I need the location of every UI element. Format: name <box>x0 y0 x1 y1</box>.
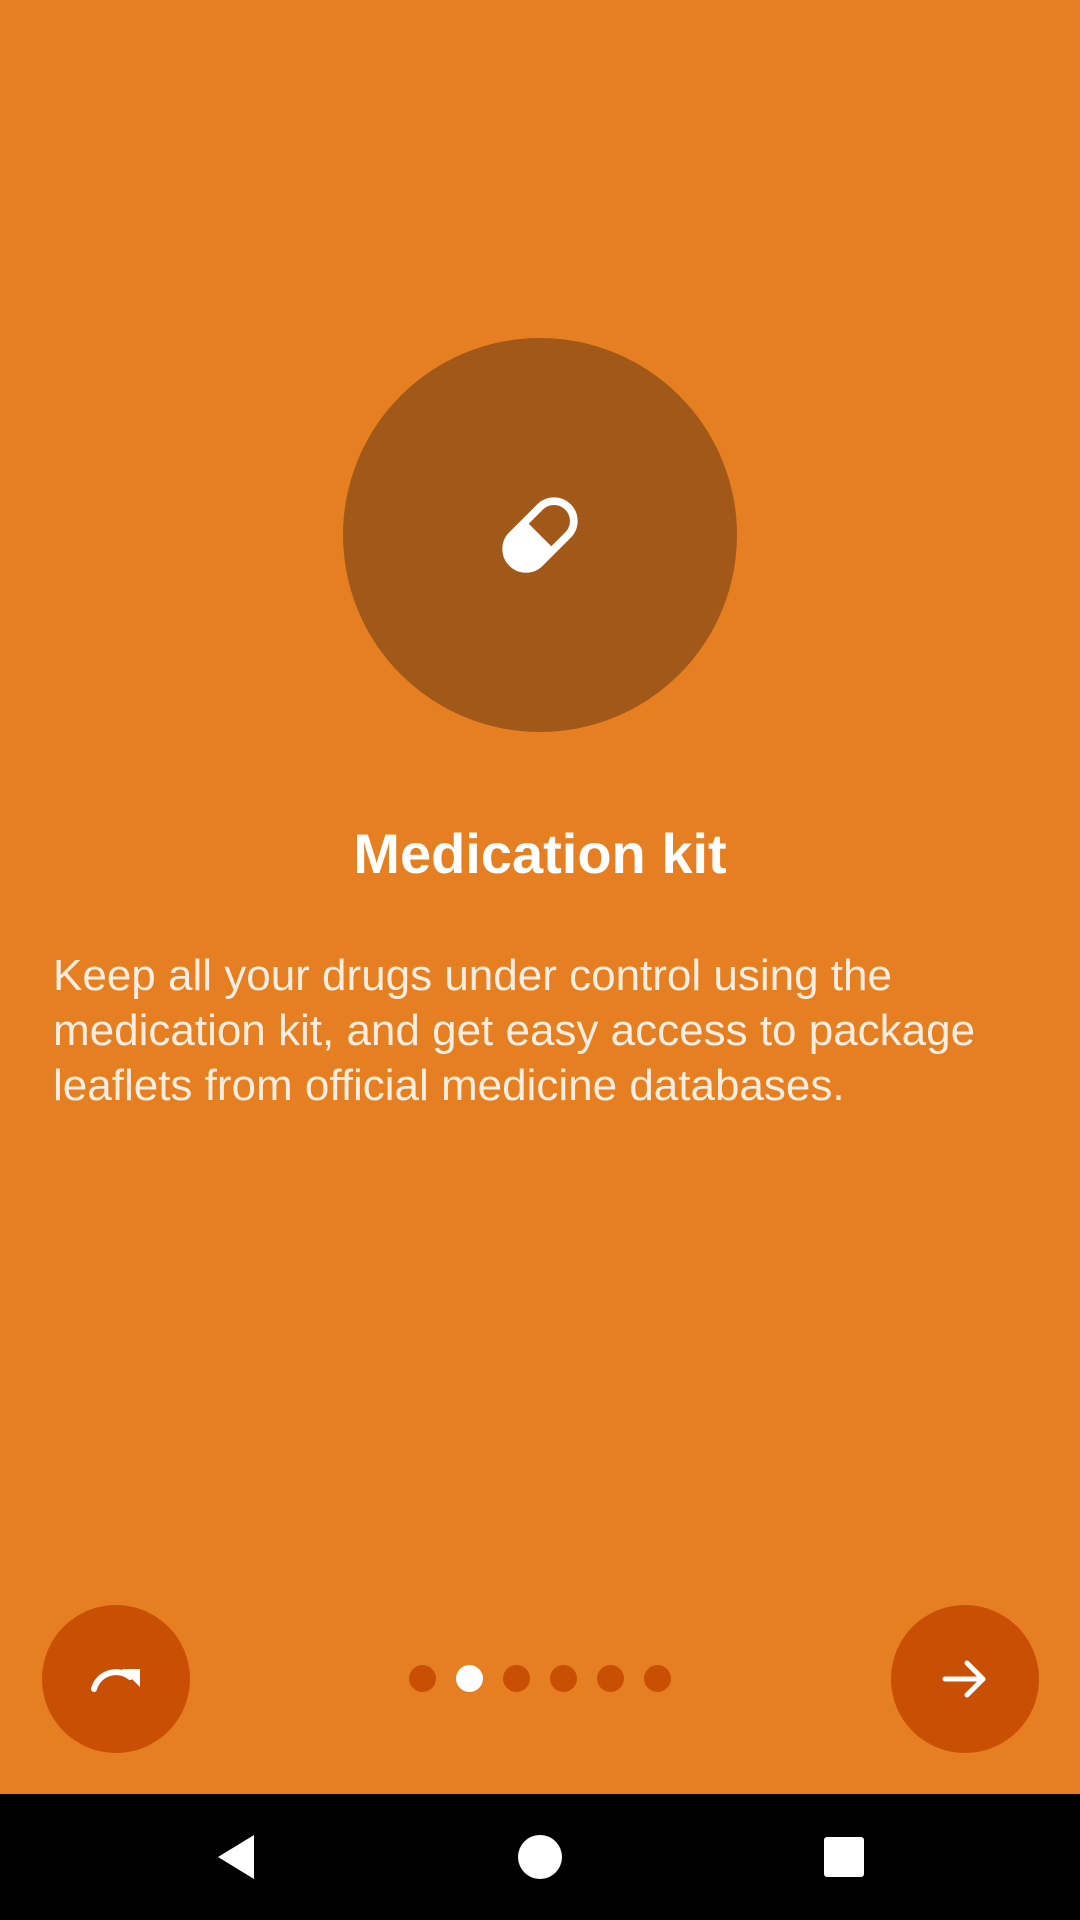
slide-description: Keep all your drugs under control using … <box>53 951 976 1110</box>
system-navigation-bar <box>0 1794 1080 1920</box>
page-dot[interactable] <box>597 1665 624 1692</box>
home-circle-icon <box>518 1835 562 1879</box>
feature-icon-circle <box>343 338 737 732</box>
recents-square-icon <box>824 1837 864 1877</box>
recents-button[interactable] <box>814 1827 874 1887</box>
page-dot[interactable] <box>409 1665 436 1692</box>
back-button[interactable] <box>206 1827 266 1887</box>
slide-title: Medication kit <box>353 822 727 885</box>
back-triangle-icon <box>218 1835 254 1879</box>
pill-icon <box>502 497 578 573</box>
next-button[interactable] <box>891 1605 1039 1753</box>
page-dot[interactable] <box>503 1665 530 1692</box>
page-dot[interactable] <box>550 1665 577 1692</box>
arrow-right-icon <box>942 1660 986 1698</box>
home-button[interactable] <box>510 1827 570 1887</box>
page-dot[interactable] <box>644 1665 671 1692</box>
page-dot-active[interactable] <box>456 1665 483 1692</box>
onboarding-screen: Medication kit Keep all your drugs under… <box>0 0 1080 1920</box>
